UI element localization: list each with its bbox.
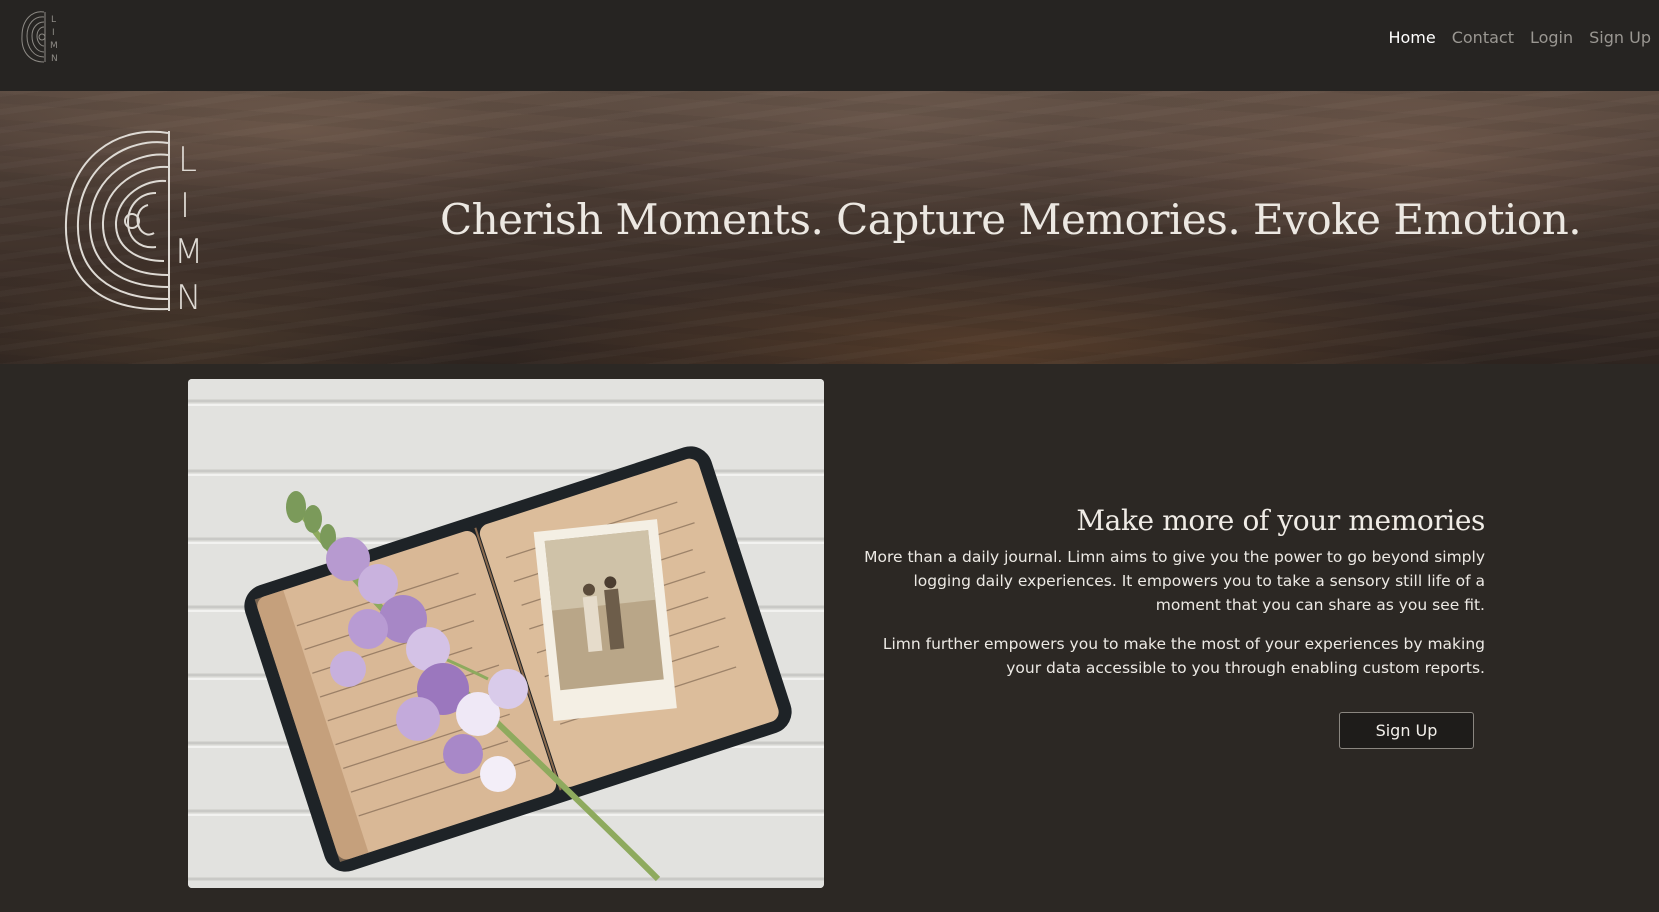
nav-home-link[interactable]: Home [1380,28,1443,48]
journal-photo [188,379,824,888]
logo-letter: N [51,54,58,64]
limn-logo-icon[interactable]: L I M N [18,8,66,66]
hero-logo-letter: I [180,186,190,226]
logo-letter: I [52,28,55,38]
navbar: L I M N Home Contact Login Sign Up [0,0,1659,91]
journal-flowers-image [188,379,824,888]
hero-tagline: Cherish Moments. Capture Memories. Evoke… [440,195,1582,244]
nav-signup-link[interactable]: Sign Up [1581,28,1659,48]
limn-hero-logo-icon: L I M N [64,130,203,317]
nav-links: Home Contact Login Sign Up [1380,28,1659,48]
logo-letter: M [50,41,58,51]
signup-button[interactable]: Sign Up [1339,712,1474,749]
nav-login-link[interactable]: Login [1522,28,1581,48]
hero-logo-letter: L [178,140,197,180]
nav-contact-link[interactable]: Contact [1444,28,1522,48]
section-heading: Make more of your memories [1076,504,1485,537]
intro-content: Make more of your memories More than a d… [860,504,1485,695]
hero-logo-letter: N [176,278,201,317]
hero-logo-letter: M [174,232,203,272]
logo-letter: L [51,15,56,25]
main-section: Make more of your memories More than a d… [0,364,1659,912]
hero-banner: L I M N Cherish Moments. Capture Memorie… [0,91,1659,364]
intro-paragraph-2: Limn further empowers you to make the mo… [882,635,1485,677]
intro-paragraph-1: More than a daily journal. Limn aims to … [864,548,1485,614]
